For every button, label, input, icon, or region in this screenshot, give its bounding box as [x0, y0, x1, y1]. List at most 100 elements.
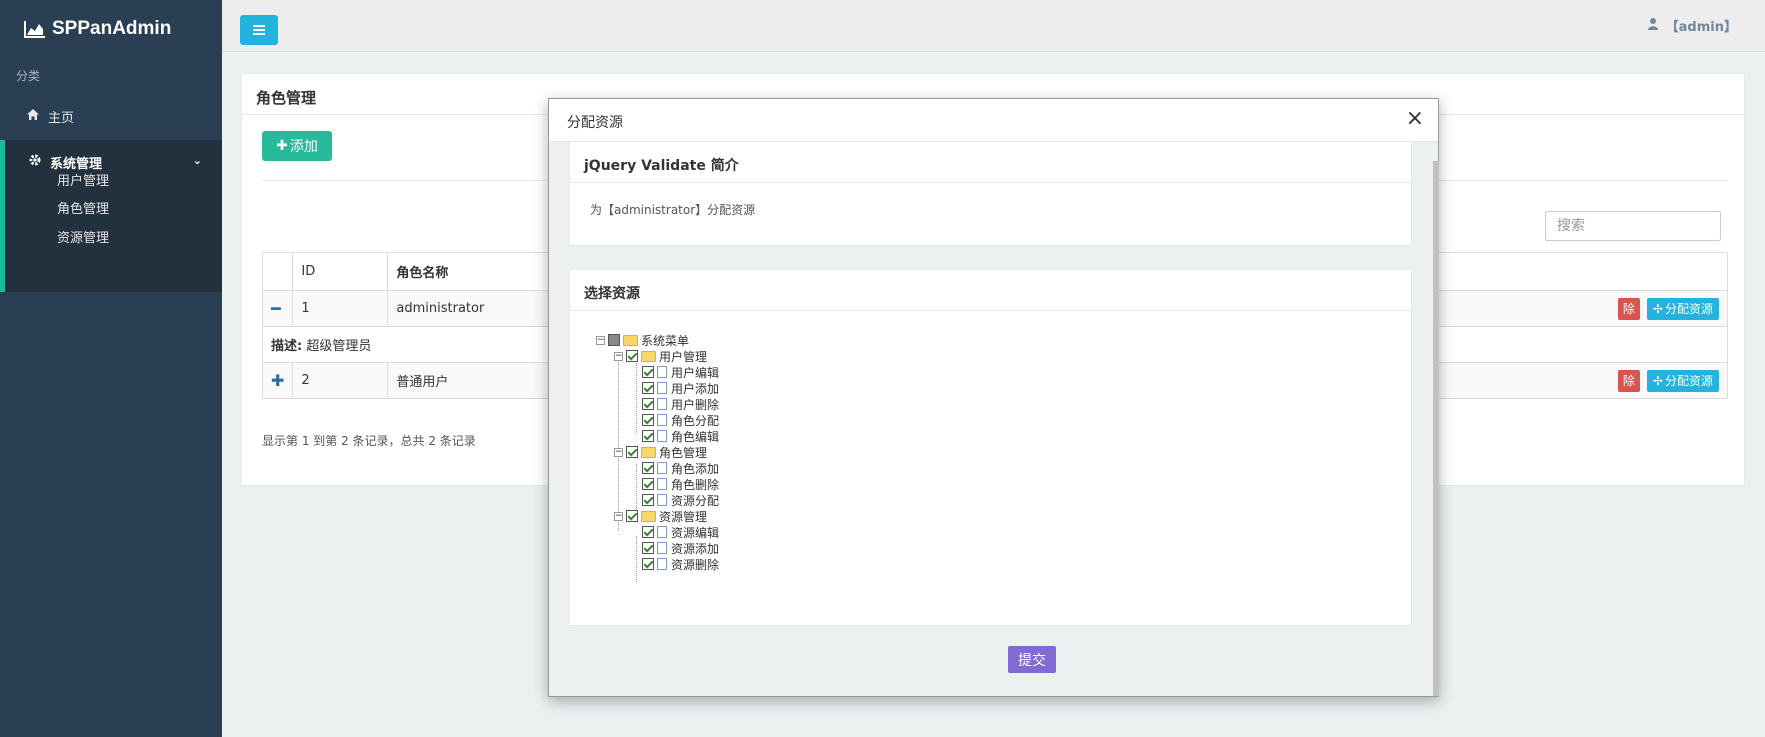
- file-icon: [657, 398, 667, 410]
- plus-icon: ✚: [271, 371, 285, 390]
- submit-button[interactable]: 提交: [1008, 646, 1056, 673]
- tree-checkbox[interactable]: [626, 510, 638, 522]
- modal-scrollbar[interactable]: [1433, 161, 1439, 696]
- tree-checkbox[interactable]: [642, 398, 654, 410]
- tree-collapse-icon[interactable]: −: [596, 335, 605, 345]
- sidebar-item-roles[interactable]: 角色管理: [57, 198, 109, 217]
- tree-checkbox[interactable]: [642, 414, 654, 426]
- tree-checkbox[interactable]: [642, 462, 654, 474]
- tree-node-leaf[interactable]: 资源分配: [642, 492, 719, 508]
- assign-resource-button[interactable]: ✢ 分配资源: [1646, 369, 1719, 392]
- gear-icon: [29, 154, 41, 170]
- minus-icon: ━: [271, 299, 281, 318]
- home-icon: [27, 108, 39, 124]
- user-icon: [1647, 17, 1658, 34]
- collapse-row-button[interactable]: ━: [261, 290, 294, 327]
- tree-checkbox[interactable]: [642, 430, 654, 442]
- tree-node-leaf[interactable]: 用户添加: [642, 380, 719, 396]
- tree-checkbox[interactable]: [642, 382, 654, 394]
- folder-icon: [641, 446, 656, 458]
- pagination-info: 显示第 1 到第 2 条记录，总共 2 条记录: [262, 434, 476, 448]
- file-icon: [657, 494, 667, 506]
- sidebar-item-system[interactable]: 系统管理 ⌄: [5, 150, 222, 174]
- tree-collapse-icon[interactable]: −: [614, 511, 623, 521]
- menu-toggle-button[interactable]: [240, 15, 278, 45]
- tree-node-label: 角色分配: [671, 413, 720, 428]
- move-icon: ✢: [1652, 373, 1663, 388]
- file-icon: [657, 382, 667, 394]
- user-menu[interactable]: 【admin】: [1647, 16, 1737, 35]
- tree-node-leaf[interactable]: 资源删除: [642, 556, 719, 572]
- area-chart-icon: [24, 21, 45, 38]
- folder-icon: [623, 334, 638, 346]
- tree-node-root[interactable]: − 系统菜单: [596, 332, 689, 348]
- sidebar-group-system: 系统管理 ⌄ 用户管理 角色管理 资源管理: [0, 140, 222, 292]
- menu-section-label: 分类: [16, 69, 41, 83]
- tree-node-leaf[interactable]: 资源编辑: [642, 524, 719, 540]
- file-icon: [657, 478, 667, 490]
- cell-id: 2: [292, 362, 389, 399]
- tree-checkbox[interactable]: [642, 558, 654, 570]
- delete-button[interactable]: 除: [1617, 297, 1640, 320]
- tree-node-leaf[interactable]: 用户删除: [642, 396, 719, 412]
- detail-value: 超级管理员: [306, 339, 372, 354]
- assign-resource-button[interactable]: ✢ 分配资源: [1646, 297, 1719, 320]
- tree-node-label: 角色删除: [671, 477, 720, 492]
- tree-node-label: 用户管理: [659, 349, 708, 364]
- tree-checkbox[interactable]: [642, 478, 654, 490]
- tree-node-group[interactable]: − 用户管理: [614, 348, 707, 364]
- tree-node-leaf[interactable]: 角色分配: [642, 412, 719, 428]
- tree-collapse-icon[interactable]: −: [614, 447, 623, 457]
- tree-node-leaf[interactable]: 角色编辑: [642, 428, 719, 444]
- tree-checkbox[interactable]: [642, 366, 654, 378]
- tree-checkbox[interactable]: [626, 446, 638, 458]
- plus-icon: ✚: [276, 138, 288, 154]
- file-icon: [657, 366, 667, 378]
- tree-node-leaf[interactable]: 角色添加: [642, 460, 719, 476]
- sidebar: SPPanAdmin 分类 主页 系统管理 ⌄ 用户管理 角色管理 资源管理: [0, 0, 222, 737]
- sidebar-item-label: 系统管理: [50, 156, 103, 172]
- sidebar-item-resources[interactable]: 资源管理: [57, 227, 109, 246]
- close-button[interactable]: ×: [1406, 108, 1424, 130]
- sidebar-item-label: 主页: [48, 110, 75, 126]
- tree-node-leaf[interactable]: 用户编辑: [642, 364, 719, 380]
- tree-checkbox[interactable]: [642, 494, 654, 506]
- chevron-down-icon: ⌄: [192, 154, 202, 167]
- tree-checkbox[interactable]: [642, 542, 654, 554]
- cell-id: 1: [292, 290, 389, 327]
- sidebar-item-home[interactable]: 主页: [0, 100, 222, 132]
- tree-checkbox[interactable]: [626, 350, 638, 362]
- tree-node-label: 资源添加: [671, 541, 720, 556]
- divider: [570, 182, 1411, 183]
- app-logo[interactable]: SPPanAdmin: [24, 16, 171, 42]
- folder-icon: [641, 350, 656, 362]
- intro-title: jQuery Validate 简介: [584, 158, 739, 174]
- tree-node-group[interactable]: − 角色管理: [614, 444, 707, 460]
- column-header-id: ID: [292, 252, 389, 291]
- tree-node-label: 角色编辑: [671, 429, 720, 444]
- tree-node-leaf[interactable]: 角色删除: [642, 476, 719, 492]
- add-button[interactable]: ✚ 添加: [262, 131, 332, 161]
- tree-node-leaf[interactable]: 资源添加: [642, 540, 719, 556]
- app-title: SPPanAdmin: [52, 18, 172, 39]
- intro-box: jQuery Validate 简介 为【administrator】分配资源: [569, 141, 1412, 246]
- tree-node-group[interactable]: − 资源管理: [614, 508, 707, 524]
- tree-checkbox[interactable]: [608, 334, 620, 346]
- page-title: 角色管理: [256, 89, 317, 107]
- detail-key: 描述:: [271, 339, 303, 354]
- tree-node-label: 资源管理: [659, 509, 708, 524]
- hamburger-icon: [253, 25, 265, 27]
- sidebar-item-users[interactable]: 用户管理: [57, 170, 109, 189]
- expand-row-button[interactable]: ✚: [261, 362, 294, 399]
- resource-box: 选择资源 − 系统菜单 − 用户管理 用户编辑 用户添加 用户删除 角色分配 角…: [569, 269, 1412, 626]
- top-navbar: 【admin】: [222, 0, 1765, 52]
- delete-button[interactable]: 除: [1617, 369, 1640, 392]
- user-name: 【admin】: [1665, 20, 1737, 35]
- tree-checkbox[interactable]: [642, 526, 654, 538]
- divider: [570, 310, 1411, 311]
- modal-header: 分配资源 ×: [549, 99, 1438, 142]
- intro-text: 为【administrator】分配资源: [590, 203, 756, 217]
- tree-node-label: 用户添加: [671, 381, 720, 396]
- tree-collapse-icon[interactable]: −: [614, 351, 623, 361]
- search-input[interactable]: [1545, 211, 1721, 241]
